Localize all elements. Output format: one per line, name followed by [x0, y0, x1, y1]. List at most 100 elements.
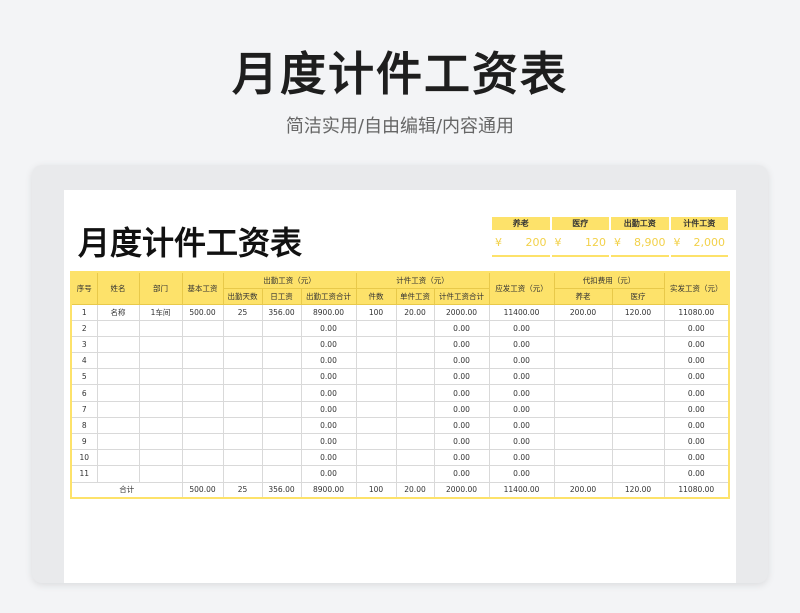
table-cell[interactable]: [355, 432, 397, 451]
table-cell[interactable]: [222, 384, 263, 402]
table-cell[interactable]: [222, 400, 263, 418]
table-cell[interactable]: 100: [355, 303, 397, 321]
table-cell[interactable]: [395, 352, 435, 370]
table-cell[interactable]: 0.00: [488, 400, 555, 418]
table-cell[interactable]: [355, 400, 397, 418]
table-cell[interactable]: 25: [222, 481, 263, 499]
table-cell[interactable]: 11400.00: [488, 303, 555, 321]
table-cell[interactable]: [355, 319, 397, 337]
table-cell[interactable]: [222, 465, 263, 483]
table-cell[interactable]: [138, 384, 183, 402]
table-cell[interactable]: [395, 465, 435, 483]
table-cell[interactable]: [138, 416, 183, 435]
summary-value-attendance[interactable]: ¥8,900: [611, 230, 669, 257]
table-cell[interactable]: [261, 384, 302, 402]
table-cell[interactable]: 5: [70, 368, 98, 386]
table-cell[interactable]: [181, 352, 224, 370]
table-cell[interactable]: 0.00: [663, 352, 730, 370]
table-cell[interactable]: 名称: [96, 303, 140, 321]
table-cell[interactable]: 0.00: [433, 368, 490, 386]
table-cell[interactable]: 0.00: [433, 416, 490, 435]
table-cell[interactable]: 0.00: [663, 432, 730, 451]
table-cell[interactable]: [181, 416, 224, 435]
table-cell[interactable]: [611, 384, 665, 402]
table-cell[interactable]: 500.00: [181, 303, 224, 321]
table-cell[interactable]: 9: [70, 432, 98, 451]
table-cell[interactable]: 500.00: [181, 481, 224, 499]
table-cell[interactable]: [553, 449, 613, 467]
table-cell[interactable]: [355, 352, 397, 370]
table-cell[interactable]: 0.00: [300, 368, 357, 386]
table-cell[interactable]: 6: [70, 384, 98, 402]
table-cell[interactable]: [261, 319, 302, 337]
table-cell[interactable]: 25: [222, 303, 263, 321]
table-cell[interactable]: [355, 449, 397, 467]
table-cell[interactable]: [138, 368, 183, 386]
table-cell[interactable]: [181, 400, 224, 418]
table-cell[interactable]: 3: [70, 335, 98, 354]
table-cell[interactable]: 8900.00: [300, 481, 357, 499]
table-cell[interactable]: [355, 368, 397, 386]
table-cell[interactable]: [553, 368, 613, 386]
table-cell[interactable]: 0.00: [433, 449, 490, 467]
table-cell[interactable]: 11080.00: [663, 481, 730, 499]
table-cell[interactable]: [553, 465, 613, 483]
table-cell[interactable]: 11080.00: [663, 303, 730, 321]
table-cell[interactable]: [395, 368, 435, 386]
table-cell[interactable]: [261, 465, 302, 483]
table-cell[interactable]: 0.00: [300, 352, 357, 370]
table-cell[interactable]: [138, 335, 183, 354]
table-cell[interactable]: 8900.00: [300, 303, 357, 321]
table-cell[interactable]: 0.00: [488, 432, 555, 451]
table-cell[interactable]: 0.00: [433, 400, 490, 418]
table-cell[interactable]: [138, 432, 183, 451]
table-cell[interactable]: [96, 416, 140, 435]
table-cell[interactable]: [181, 335, 224, 354]
table-cell[interactable]: 0.00: [300, 432, 357, 451]
table-cell[interactable]: [96, 432, 140, 451]
table-cell[interactable]: 356.00: [261, 481, 302, 499]
table-cell[interactable]: [222, 335, 263, 354]
table-cell[interactable]: 0.00: [663, 319, 730, 337]
table-cell[interactable]: [138, 400, 183, 418]
table-cell[interactable]: 0.00: [433, 432, 490, 451]
table-cell[interactable]: 10: [70, 449, 98, 467]
table-cell[interactable]: [355, 384, 397, 402]
table-cell[interactable]: 120.00: [611, 303, 665, 321]
table-cell[interactable]: 20.00: [395, 303, 435, 321]
table-cell[interactable]: 2000.00: [433, 303, 490, 321]
table-cell[interactable]: [553, 335, 613, 354]
table-cell[interactable]: [611, 416, 665, 435]
table-cell[interactable]: [222, 368, 263, 386]
table-cell[interactable]: 0.00: [663, 335, 730, 354]
table-cell[interactable]: 0.00: [433, 384, 490, 402]
table-cell[interactable]: [395, 416, 435, 435]
table-cell[interactable]: [222, 319, 263, 337]
table-cell[interactable]: 4: [70, 352, 98, 370]
table-cell[interactable]: [395, 432, 435, 451]
table-cell[interactable]: [96, 352, 140, 370]
table-cell[interactable]: 1车间: [138, 303, 183, 321]
table-cell[interactable]: 0.00: [488, 384, 555, 402]
table-cell[interactable]: 0.00: [488, 416, 555, 435]
table-cell[interactable]: 0.00: [663, 368, 730, 386]
table-cell[interactable]: 0.00: [488, 352, 555, 370]
table-cell[interactable]: 0.00: [488, 465, 555, 483]
table-cell[interactable]: [96, 384, 140, 402]
table-cell[interactable]: [138, 449, 183, 467]
table-cell[interactable]: [355, 416, 397, 435]
table-cell[interactable]: [395, 400, 435, 418]
table-cell[interactable]: [261, 352, 302, 370]
table-cell[interactable]: [138, 465, 183, 483]
table-cell[interactable]: 356.00: [261, 303, 302, 321]
table-cell[interactable]: [222, 416, 263, 435]
table-cell[interactable]: [611, 449, 665, 467]
table-cell[interactable]: [611, 335, 665, 354]
table-cell[interactable]: [96, 465, 140, 483]
table-cell[interactable]: 0.00: [300, 400, 357, 418]
table-cell[interactable]: [261, 368, 302, 386]
table-cell[interactable]: [222, 432, 263, 451]
table-cell[interactable]: [395, 319, 435, 337]
table-cell[interactable]: 0.00: [663, 416, 730, 435]
table-cell[interactable]: 7: [70, 400, 98, 418]
